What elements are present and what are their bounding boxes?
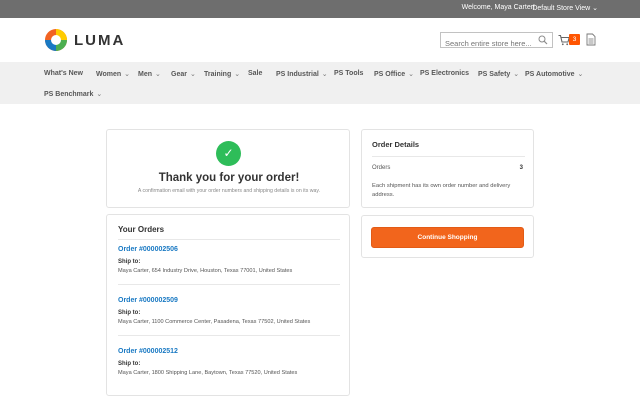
nav-label: PS Safety — [478, 71, 511, 78]
nav-label: Gear — [171, 71, 187, 78]
order-item: Order #000002509 Ship to: Maya Carter, 1… — [118, 297, 340, 325]
nav-label: PS Electronics — [420, 70, 470, 77]
chevron-down-icon: ⌄ — [96, 91, 103, 98]
order-link[interactable]: Order #000002506 — [118, 246, 340, 253]
divider — [118, 335, 340, 336]
luma-logo-icon[interactable] — [44, 28, 68, 52]
nav-label: PS Automotive — [525, 71, 575, 78]
compare-list-icon[interactable] — [586, 33, 596, 46]
ship-to-address: Maya Carter, 654 Industry Drive, Houston… — [118, 268, 293, 274]
your-orders-card: Your Orders Order #000002506 Ship to: Ma… — [106, 214, 350, 396]
nav-item-whats-new[interactable]: What's New — [44, 70, 83, 77]
chevron-down-icon: ⌄ — [408, 71, 414, 78]
chevron-down-icon: ⌄ — [234, 71, 241, 78]
nav-label: Women — [96, 71, 122, 78]
nav-label: What's New — [44, 70, 84, 77]
divider — [118, 284, 340, 285]
nav-label: Men — [138, 71, 152, 78]
continue-shopping-card: Continue Shopping — [361, 215, 534, 258]
store-view-switcher[interactable]: Default Store View ⌄ — [532, 4, 598, 12]
logo-text[interactable]: LUMA — [74, 32, 125, 49]
nav-item-ps-office[interactable]: PS Office ⌄ — [374, 70, 414, 78]
order-item: Order #000002512 Ship to: Maya Carter, 1… — [118, 348, 340, 376]
main-navigation: What's New Women ⌄ Men ⌄ Gear ⌄ Training ⌄ S… — [0, 62, 640, 104]
nav-label: PS Benchmark — [44, 91, 94, 98]
order-link[interactable]: Order #000002509 — [118, 297, 340, 304]
nav-item-ps-automotive[interactable]: PS Automotive ⌄ — [525, 70, 583, 78]
nav-item-women[interactable]: Women ⌄ — [96, 70, 130, 78]
top-bar: Welcome, Maya Carter! Default Store View… — [0, 0, 640, 18]
ship-to-label: Ship to: — [118, 361, 141, 367]
nav-item-ps-benchmark[interactable]: PS Benchmark ⌄ — [44, 90, 102, 98]
nav-label: PS Office — [374, 71, 406, 78]
nav-label: PS Industrial — [276, 71, 319, 78]
success-title: Thank you for your order! — [158, 172, 300, 184]
chevron-down-icon: ⌄ — [577, 71, 584, 78]
orders-count-label: Orders — [372, 165, 391, 171]
search-box[interactable] — [440, 32, 553, 51]
chevron-down-icon: ⌄ — [513, 71, 520, 78]
ship-to-label: Ship to: — [118, 259, 141, 265]
chevron-down-icon: ⌄ — [155, 71, 161, 78]
nav-label: PS Tools — [334, 70, 364, 77]
welcome-message[interactable]: Welcome, Maya Carter! — [462, 4, 535, 11]
nav-item-ps-safety[interactable]: PS Safety ⌄ — [478, 70, 519, 78]
nav-item-ps-industrial[interactable]: PS Industrial ⌄ — [276, 70, 328, 78]
nav-item-gear[interactable]: Gear ⌄ — [171, 70, 196, 78]
your-orders-title: Your Orders — [118, 225, 165, 234]
search-icon[interactable] — [538, 35, 548, 45]
divider — [372, 156, 525, 157]
chevron-down-icon: ⌄ — [592, 5, 598, 12]
nav-label: Sale — [248, 70, 263, 77]
store-view-label: Default Store View — [532, 5, 591, 12]
nav-item-men[interactable]: Men ⌄ — [138, 70, 161, 78]
order-link[interactable]: Order #000002512 — [118, 348, 340, 355]
cart-count-badge[interactable]: 3 — [569, 34, 580, 45]
ship-to-address: Maya Carter, 1100 Commerce Center, Pasad… — [118, 319, 311, 325]
continue-shopping-button[interactable]: Continue Shopping — [371, 227, 524, 248]
nav-item-training[interactable]: Training ⌄ — [204, 70, 240, 78]
ship-to-label: Ship to: — [118, 310, 141, 316]
nav-item-sale[interactable]: Sale — [248, 70, 262, 77]
chevron-down-icon: ⌄ — [189, 71, 196, 78]
chevron-down-icon: ⌄ — [321, 71, 328, 78]
order-details-title: Order Details — [372, 140, 420, 149]
shipment-note: Each shipment has its own order number a… — [372, 183, 511, 198]
order-item: Order #000002506 Ship to: Maya Carter, 6… — [118, 246, 340, 274]
success-subtitle: A confirmation email with your order num… — [137, 188, 321, 194]
nav-label: Training — [204, 71, 232, 78]
nav-item-ps-tools[interactable]: PS Tools — [334, 70, 363, 77]
order-details-card: Order Details Orders 3 Each shipment has… — [361, 129, 534, 208]
chevron-down-icon: ⌄ — [124, 71, 131, 78]
checkmark-icon: ✓ — [216, 141, 241, 166]
orders-count-value: 3 — [519, 165, 523, 171]
ship-to-address: Maya Carter, 1800 Shipping Lane, Baytown… — [118, 370, 298, 376]
order-success-card: ✓ Thank you for your order! A confirmati… — [106, 129, 350, 208]
divider — [118, 239, 340, 240]
search-input[interactable] — [441, 36, 536, 51]
page-header: LUMA 3 — [0, 18, 640, 62]
nav-item-ps-electronics[interactable]: PS Electronics — [420, 70, 469, 77]
